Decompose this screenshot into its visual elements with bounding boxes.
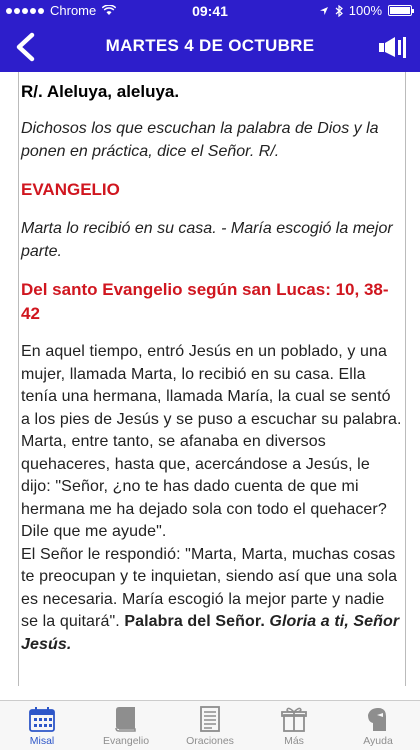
tab-bar: Misal Evangelio Oraciones Más Ayuda	[0, 700, 420, 750]
closing-formula: Palabra del Señor.	[124, 613, 265, 630]
book-icon	[115, 707, 136, 732]
location-icon	[319, 6, 328, 15]
speaker-icon[interactable]	[378, 34, 408, 60]
section-heading: EVANGELIO	[21, 180, 120, 199]
tab-label: Misal	[29, 735, 55, 747]
gospel-paragraph-2: El Señor le respondió: "Marta, Marta, mu…	[21, 544, 403, 657]
status-bar: Chrome 09:41 100%	[0, 0, 420, 22]
top-bar: Chrome 09:41 100% MARTES 4 DE OCTUBRE	[0, 0, 420, 72]
calendar-icon	[29, 707, 55, 732]
battery-label: 100%	[348, 3, 382, 18]
tab-ayuda[interactable]: Ayuda	[336, 701, 420, 750]
tab-misal[interactable]: Misal	[0, 701, 84, 750]
tab-oraciones[interactable]: Oraciones	[168, 701, 252, 750]
tab-label: Ayuda	[363, 735, 393, 747]
page-title: MARTES 4 DE OCTUBRE	[105, 36, 315, 55]
reading-content[interactable]: R/. Aleluya, aleluya. Dichosos los que e…	[18, 72, 406, 686]
tab-label: Evangelio	[102, 735, 150, 747]
alleluia-response: R/. Aleluya, aleluya.	[21, 82, 180, 101]
nav-bar: MARTES 4 DE OCTUBRE	[0, 22, 420, 72]
bluetooth-icon	[335, 4, 343, 17]
tab-label: Oraciones	[186, 735, 234, 747]
tab-evangelio[interactable]: Evangelio	[84, 701, 168, 750]
gospel-source: Del santo Evangelio según san Lucas: 10,…	[21, 280, 389, 323]
alleluia-verse: Dichosos los que escuchan la palabra de …	[21, 120, 379, 160]
battery-icon	[388, 5, 414, 16]
document-icon	[200, 706, 220, 732]
gospel-summary: Marta lo recibió en su casa. - María esc…	[21, 220, 393, 260]
tab-label: Más	[284, 735, 304, 747]
help-icon	[368, 708, 386, 731]
gospel-paragraph-1: En aquel tiempo, entró Jesús en un pobla…	[21, 343, 402, 540]
gift-icon	[281, 707, 307, 732]
tab-mas[interactable]: Más	[252, 701, 336, 750]
